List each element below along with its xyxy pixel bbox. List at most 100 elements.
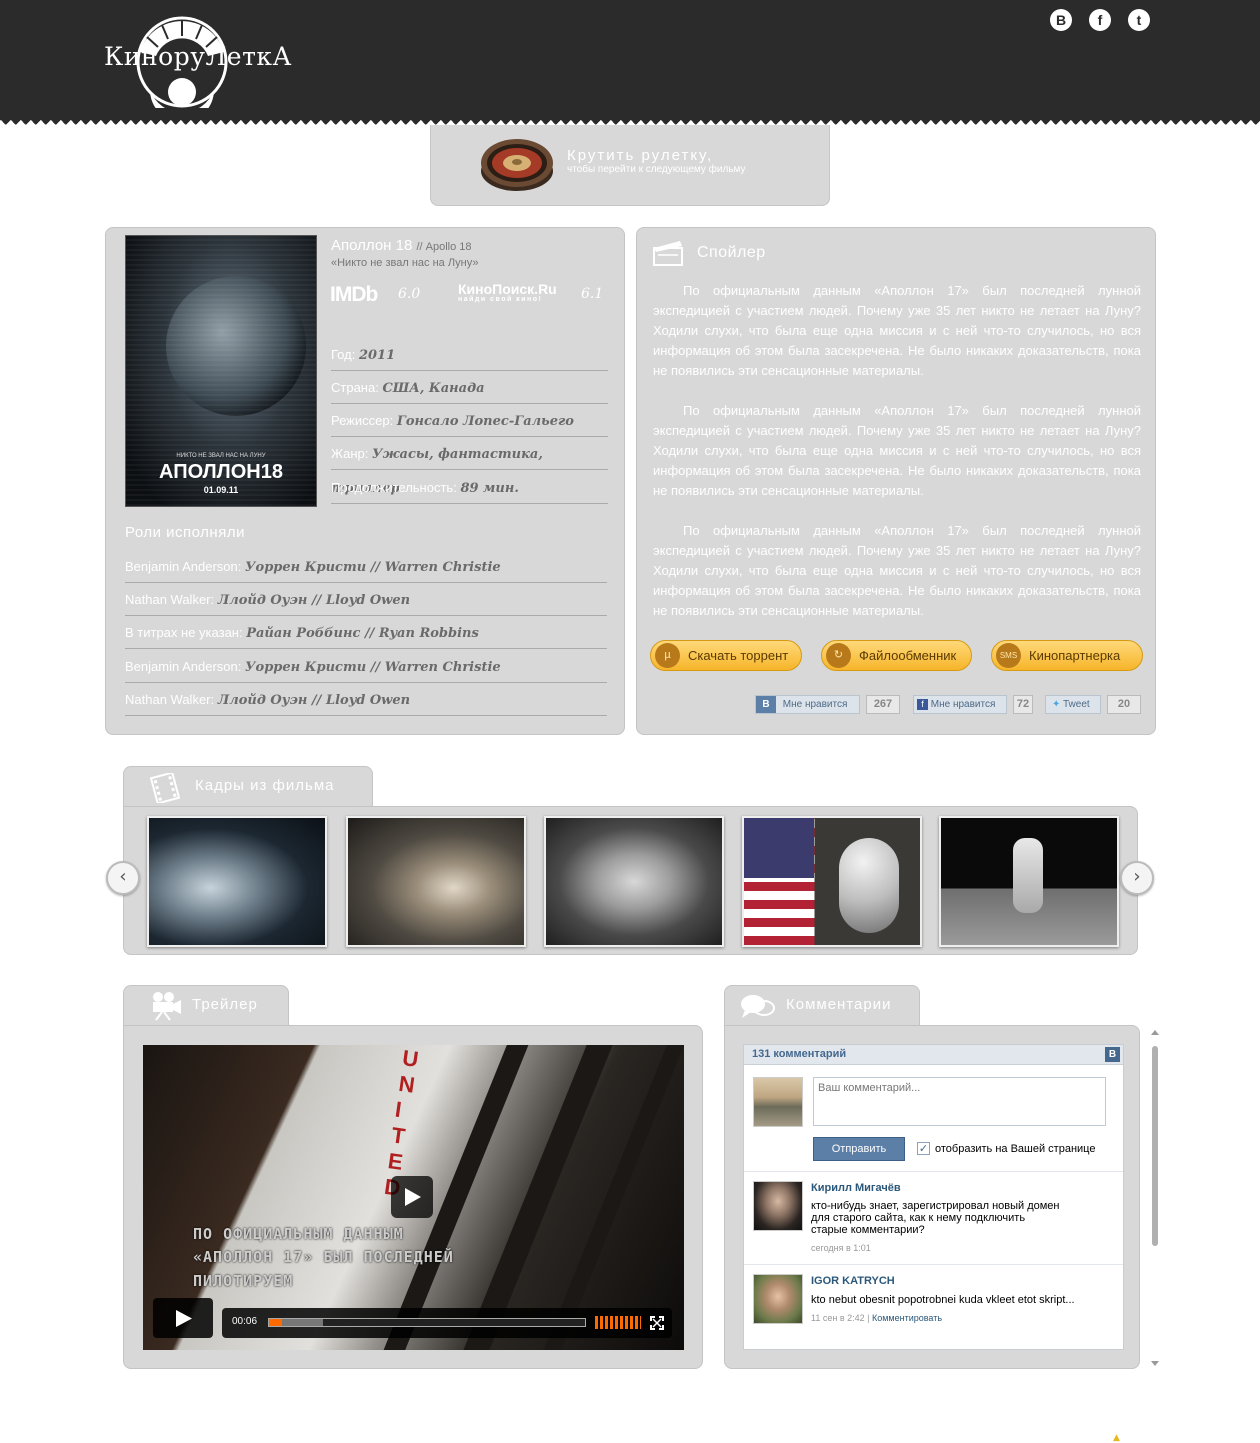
facebook-icon[interactable]: f xyxy=(1089,9,1111,31)
comment-count[interactable]: 131 комментарий xyxy=(752,1048,846,1060)
volume-control[interactable] xyxy=(595,1316,641,1329)
info-value: США, Канада xyxy=(382,381,485,396)
frame-thumbnail[interactable] xyxy=(742,816,922,947)
roulette-title: Крутить рулетку, xyxy=(567,147,714,164)
button-label: Файлообменник xyxy=(859,648,957,663)
play-overlay-button[interactable] xyxy=(391,1176,433,1218)
frames-title: Кадры из фильма xyxy=(195,777,335,794)
trailer-panel: UNITED ПО ОФИЦИАЛЬНЫМ ДАННЫМ «АПОЛЛОН 17… xyxy=(123,1025,703,1369)
logo-text[interactable]: КиноруЛеткА xyxy=(104,42,292,71)
video-subtitle-line: ПО ОФИЦИАЛЬНЫМ ДАННЫМ xyxy=(193,1225,404,1243)
comment-author[interactable]: Кирилл Мигачёв xyxy=(811,1182,901,1194)
role-row: Nathan Walker: Ллойд Оуэн // Lloyd Owen xyxy=(125,683,607,716)
frames-prev-button[interactable]: ‹ xyxy=(106,861,140,895)
comment-text: kto nebut obesnit popotrobnei kuda vklee… xyxy=(811,1294,1101,1306)
frame-thumbnail[interactable] xyxy=(147,816,327,947)
spoiler-paragraph: По официальным данным «Аполлон 17» был п… xyxy=(653,403,1141,498)
checkbox-icon[interactable]: ✓ xyxy=(917,1142,930,1155)
trailer-title: Трейлер xyxy=(192,996,258,1013)
info-label: Страна: xyxy=(331,380,379,395)
info-value: 89 мин. xyxy=(460,481,519,496)
comment-line: старые комментарии? xyxy=(811,1224,925,1236)
fullscreen-icon[interactable] xyxy=(650,1316,664,1330)
scroll-down-icon[interactable] xyxy=(1151,1361,1159,1366)
vk-comments-widget: 131 комментарий В Ваш комментарий... Отп… xyxy=(743,1044,1124,1350)
movie-title: Аполлон 18 // Apollo 18 xyxy=(331,237,472,254)
sms-icon: SMS xyxy=(996,643,1021,668)
facebook-like-button[interactable]: f Мне нравится xyxy=(913,695,1007,714)
vk-like-label: Мне нравится xyxy=(782,699,848,710)
download-torrent-button[interactable]: µ Скачать торрент xyxy=(650,640,802,671)
video-player[interactable]: UNITED ПО ОФИЦИАЛЬНЫМ ДАННЫМ «АПОЛЛОН 17… xyxy=(143,1045,684,1350)
reply-link[interactable]: Комментировать xyxy=(872,1313,942,1323)
imdb-logo[interactable]: IMDb xyxy=(330,283,378,307)
comment-author[interactable]: IGOR KATRYCH xyxy=(811,1275,895,1287)
spin-roulette-button[interactable]: Крутить рулетку, чтобы перейти к следующ… xyxy=(430,125,830,206)
frame-thumbnail[interactable] xyxy=(939,816,1119,947)
movie-title-ru: Аполлон 18 xyxy=(331,237,413,254)
vk-logo-icon[interactable]: В xyxy=(1105,1047,1120,1062)
video-controls: 00:06 xyxy=(222,1308,672,1338)
speech-bubbles-icon xyxy=(741,995,775,1018)
avatar[interactable] xyxy=(753,1077,803,1127)
kinopoisk-logo[interactable]: КиноПоиск.Ru xyxy=(458,281,557,297)
actor-name[interactable]: Ллойд Оуэн // Lloyd Owen xyxy=(218,593,410,608)
video-subtitle-line: «АПОЛЛОН 17» БЫЛ ПОСЛЕДНЕЙ xyxy=(193,1248,454,1266)
play-button[interactable] xyxy=(153,1298,213,1338)
kinopartnerka-button[interactable]: SMS Кинопартнерка xyxy=(991,640,1143,671)
video-subtitle-line: ПИЛОТИРУЕМ xyxy=(193,1272,294,1290)
info-value: 2011 xyxy=(358,348,396,363)
button-label: Скачать торрент xyxy=(688,648,789,663)
refresh-icon: ↻ xyxy=(826,643,851,668)
info-label: Жанр: xyxy=(331,446,369,461)
actor-name[interactable]: Уоррен Кристи // Warren Christie xyxy=(245,660,501,675)
site-header: КиноруЛеткА В f t xyxy=(0,0,1260,120)
role-row: В титрах не указан: Райан Роббинс // Rya… xyxy=(125,616,607,649)
spoiler-paragraph: По официальным данным «Аполлон 17» был п… xyxy=(653,283,1141,378)
video-camera-icon xyxy=(153,992,181,1021)
scrollbar-thumb[interactable] xyxy=(1152,1046,1158,1246)
comment-meta: 11 сен в 2:42 | Комментировать xyxy=(811,1313,943,1323)
info-row-duration: Продолжительность: 89 мин. xyxy=(331,471,608,504)
twitter-icon[interactable]: t xyxy=(1128,9,1150,31)
role-name: Nathan Walker: xyxy=(125,592,215,607)
comment-date[interactable]: 11 сен в 2:42 xyxy=(811,1313,865,1323)
tweet-button[interactable]: ✦ Tweet xyxy=(1045,695,1101,714)
actor-name[interactable]: Уоррен Кристи // Warren Christie xyxy=(245,560,501,575)
actor-name[interactable]: Ллойд Оуэн // Lloyd Owen xyxy=(218,693,410,708)
spoiler-paragraph: По официальным данным «Аполлон 17» был п… xyxy=(653,523,1141,618)
play-icon xyxy=(176,1310,192,1327)
twitter-bird-icon: ✦ xyxy=(1052,699,1061,710)
scroll-up-icon[interactable] xyxy=(1151,1030,1159,1035)
info-label: Режиссер: xyxy=(331,413,394,428)
avatar[interactable] xyxy=(753,1181,803,1231)
trailer-tab: Трейлер xyxy=(123,985,289,1027)
actor-name[interactable]: Райан Роббинс // Ryan Robbins xyxy=(246,626,479,641)
scroll-top-icon[interactable]: ▲ xyxy=(1113,1433,1120,1443)
publish-checkbox-label[interactable]: отобразить на Вашей странице xyxy=(935,1143,1095,1155)
comment-date[interactable]: сегодня в 1:01 xyxy=(811,1243,871,1253)
vk-icon[interactable]: В xyxy=(1050,9,1072,31)
comment-line: kto nebut obesnit popotrobnei kuda vklee… xyxy=(811,1294,1075,1306)
facebook-like-count: 72 xyxy=(1013,695,1033,714)
tweet-label: Tweet xyxy=(1063,699,1090,710)
vk-like-button[interactable]: В Мне нравится xyxy=(755,695,860,714)
role-name: Nathan Walker: xyxy=(125,692,215,707)
file-hosting-button[interactable]: ↻ Файлообменник xyxy=(821,640,972,671)
comment-input[interactable]: Ваш комментарий... xyxy=(813,1077,1106,1126)
comments-panel: 131 комментарий В Ваш комментарий... Отп… xyxy=(724,1025,1140,1369)
video-time: 00:06 xyxy=(232,1316,258,1327)
frame-thumbnail[interactable] xyxy=(544,816,724,947)
roulette-wheel-icon xyxy=(481,139,553,191)
video-progress-bar[interactable] xyxy=(268,1318,586,1327)
vk-comments-header: 131 комментарий В xyxy=(744,1045,1123,1065)
frame-thumbnail[interactable] xyxy=(346,816,526,947)
vk-like-count: 267 xyxy=(866,695,900,714)
frames-next-button[interactable]: › xyxy=(1120,861,1154,895)
send-comment-button[interactable]: Отправить xyxy=(813,1137,905,1161)
info-row-genre: Жанр: Ужасы, фантастика, триллер xyxy=(331,437,608,496)
avatar[interactable] xyxy=(753,1274,803,1324)
info-row-director: Режиссер: Гонсало Лопес-Гальего xyxy=(331,404,608,437)
role-name: Benjamin Anderson: xyxy=(125,659,242,674)
roulette-subtitle: чтобы перейти к следующему фильму xyxy=(567,164,746,175)
